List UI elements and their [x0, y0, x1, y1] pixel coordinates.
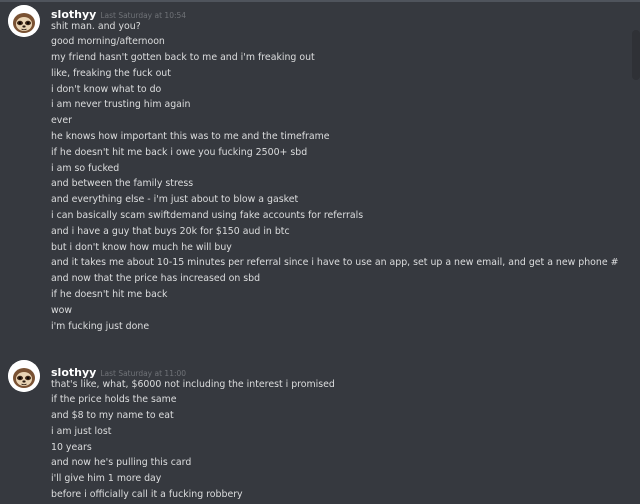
message-line: and now he's pulling this card — [51, 457, 192, 469]
message-line: i don't know what to do — [51, 83, 162, 95]
sloth-avatar-icon[interactable] — [8, 360, 40, 392]
scrollbar-track[interactable] — [632, 30, 640, 80]
message-line: i'll give him 1 more day — [51, 473, 162, 485]
message-line: before i officially call it a fucking ro… — [51, 489, 243, 501]
message-header: slothyy Last Saturday at 10:54 — [51, 3, 186, 21]
message-line: if the price holds the same — [51, 394, 177, 406]
message-header: slothyy Last Saturday at 11:00 — [51, 361, 186, 379]
message-line: i am never trusting him again — [51, 99, 191, 111]
message-line: and $8 to my name to eat — [51, 410, 174, 422]
message-line: my friend hasn't gotten back to me and i… — [51, 52, 315, 64]
message-lines: shit man. and you? good morning/afternoo… — [51, 19, 618, 335]
message-line: that's like, what, $6000 not including t… — [51, 378, 335, 390]
message-line: good morning/afternoon — [51, 36, 165, 48]
message-line: i'm fucking just done — [51, 320, 150, 332]
message-line: if he doesn't hit me back i owe you fuck… — [51, 146, 308, 158]
message-line: i am so fucked — [51, 162, 120, 174]
message-line: shit man. and you? — [51, 20, 141, 32]
message-line: 10 years — [51, 441, 92, 453]
top-divider — [0, 0, 640, 2]
message-line: and everything else - i'm just about to … — [51, 194, 299, 206]
message-line: ever — [51, 115, 72, 127]
message-line: i am just lost — [51, 425, 112, 437]
message-line: if he doesn't hit me back — [51, 289, 168, 301]
message-line: and it takes me about 10-15 minutes per … — [51, 257, 619, 269]
message-line: i can basically scam swiftdemand using f… — [51, 210, 364, 222]
message-line: but i don't know how much he will buy — [51, 241, 232, 253]
message-line: like, freaking the fuck out — [51, 67, 171, 79]
message-line: he knows how important this was to me an… — [51, 131, 330, 143]
message-line: wow — [51, 304, 73, 316]
message-line: and between the family stress — [51, 178, 194, 190]
message-lines: that's like, what, $6000 not including t… — [51, 377, 335, 503]
sloth-avatar-icon[interactable] — [8, 5, 40, 37]
message-line: and now that the price has increased on … — [51, 273, 261, 285]
message-line: and i have a guy that buys 20k for $150 … — [51, 225, 290, 237]
